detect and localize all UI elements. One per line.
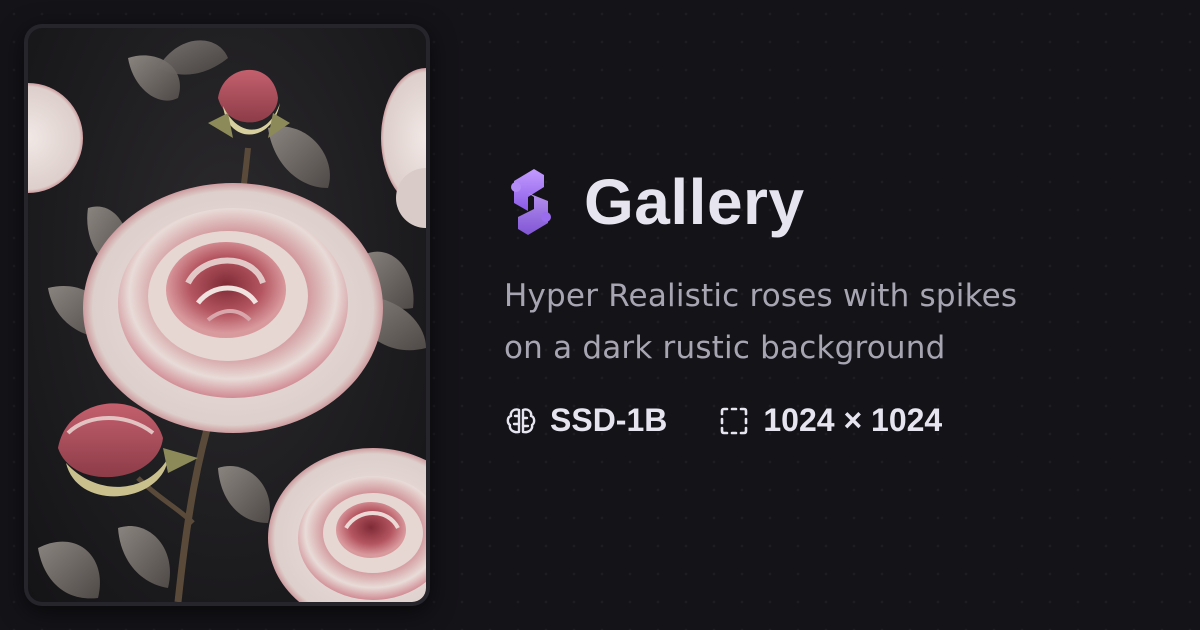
thumbnail-card[interactable] [24, 24, 430, 606]
page-title: Gallery [584, 166, 805, 238]
brand-header: Gallery [504, 160, 1164, 244]
size-info: 1024 × 1024 [717, 402, 942, 439]
image-info-panel: Gallery Hyper Realistic roses with spike… [504, 160, 1164, 439]
image-dimensions: 1024 × 1024 [763, 402, 943, 438]
sdxl-logo-icon [511, 169, 551, 235]
image-prompt-description: Hyper Realistic roses with spikes on a d… [504, 278, 1018, 366]
brain-icon [506, 407, 536, 433]
dashed-square-icon [721, 407, 748, 434]
image-meta-row: SSD-1B 1024 × 1024 [504, 402, 1164, 439]
roses-artwork-image [28, 28, 426, 602]
model-info: SSD-1B [504, 402, 667, 439]
model-name: SSD-1B [550, 402, 668, 438]
